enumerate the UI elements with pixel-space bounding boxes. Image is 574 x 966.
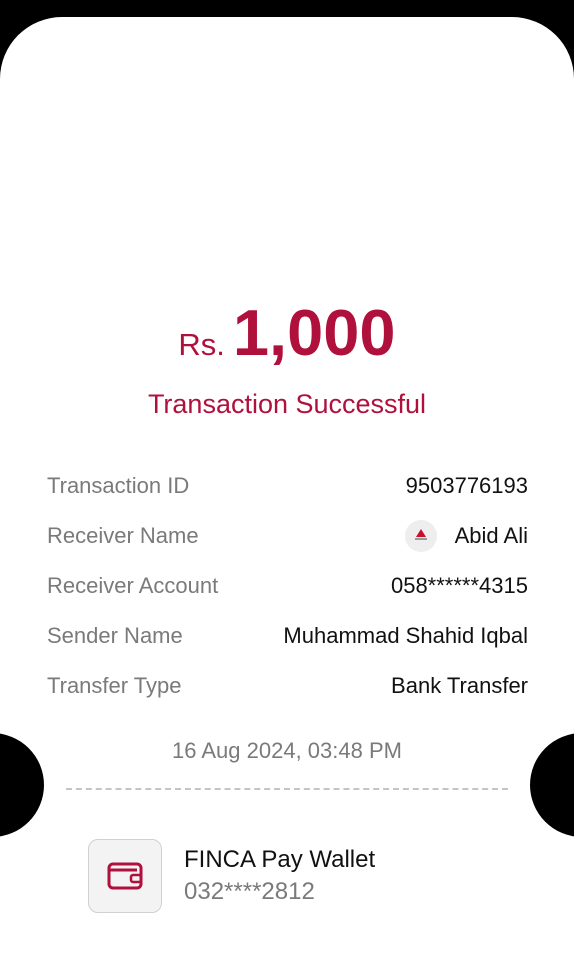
transaction-details: Transaction ID 9503776193 Receiver Name … [47,461,528,711]
detail-label: Receiver Name [47,523,199,548]
transaction-datetime: 16 Aug 2024, 03:48 PM [172,738,402,763]
wallet-icon [88,839,162,913]
detail-value: 9503776193 [405,473,528,498]
detail-label: Receiver Account [47,573,219,598]
detail-row-transfer-type: Transfer Type Bank Transfer [47,661,528,711]
detail-value: Muhammad Shahid Iqbal [283,623,528,648]
transaction-status: Transaction Successful [147,389,427,419]
amount: Rs. 1,000 [0,295,574,370]
wallet-name: FINCA Pay Wallet [184,846,376,873]
detail-row-transaction-id: Transaction ID 9503776193 [47,461,528,511]
detail-label: Sender Name [47,623,183,648]
detail-row-receiver-name: Receiver Name Abid Ali [47,511,528,561]
detail-label: Transaction ID [47,473,190,498]
detail-value: Bank Transfer [391,673,528,698]
detail-label: Transfer Type [47,673,182,698]
bank-logo-icon [404,520,437,552]
receipt-card: Rs. 1,000 Transaction Successful Transact… [0,17,574,966]
detail-value: 058******4315 [390,573,528,598]
receiver-name-value: Abid Ali [404,520,528,552]
detail-row-receiver-account: Receiver Account 058******4315 [47,561,528,611]
dashed-divider [66,788,508,790]
wallet-text: FINCA Pay Wallet 032****2812 [184,844,375,908]
wallet-number: 032****2812 [184,878,315,905]
amount-currency: Rs. [178,327,225,362]
amount-value: 1,000 [232,296,396,369]
source-wallet: FINCA Pay Wallet 032****2812 [88,839,375,913]
detail-value: Abid Ali [454,523,528,548]
detail-row-sender-name: Sender Name Muhammad Shahid Iqbal [47,611,528,661]
